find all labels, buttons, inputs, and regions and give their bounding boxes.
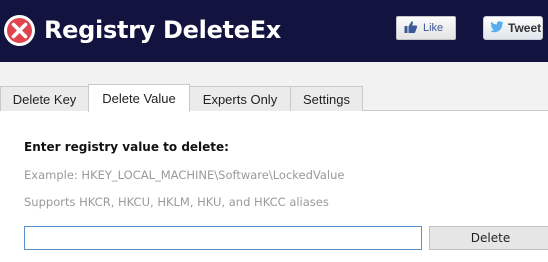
registry-value-input[interactable] <box>24 226 422 250</box>
app-header: Registry DeleteEx Like Tweet <box>0 0 548 62</box>
like-label: Like <box>423 22 444 34</box>
tab-settings[interactable]: Settings <box>290 86 363 111</box>
thumbs-up-icon <box>404 20 418 37</box>
tab-bar: Delete Key Delete Value Experts Only Set… <box>0 62 548 112</box>
value-prompt-label: Enter registry value to delete: <box>24 140 229 154</box>
facebook-like-button[interactable]: Like <box>396 16 456 40</box>
close-circle-icon <box>3 14 36 47</box>
app-title: Registry DeleteEx <box>44 16 281 44</box>
main-panel: Enter registry value to delete: Example:… <box>0 111 548 262</box>
tweet-label: Tweet <box>508 21 542 35</box>
tab-delete-value[interactable]: Delete Value <box>88 84 190 112</box>
aliases-hint: Supports HKCR, HKCU, HKLM, HKU, and HKCC… <box>24 195 329 209</box>
twitter-bird-icon <box>490 20 504 36</box>
tab-delete-key[interactable]: Delete Key <box>0 86 89 111</box>
delete-button[interactable]: Delete <box>429 226 548 250</box>
tab-experts-only[interactable]: Experts Only <box>189 86 291 111</box>
example-hint: Example: HKEY_LOCAL_MACHINE\Software\Loc… <box>24 168 345 182</box>
tweet-button[interactable]: Tweet <box>483 16 543 40</box>
